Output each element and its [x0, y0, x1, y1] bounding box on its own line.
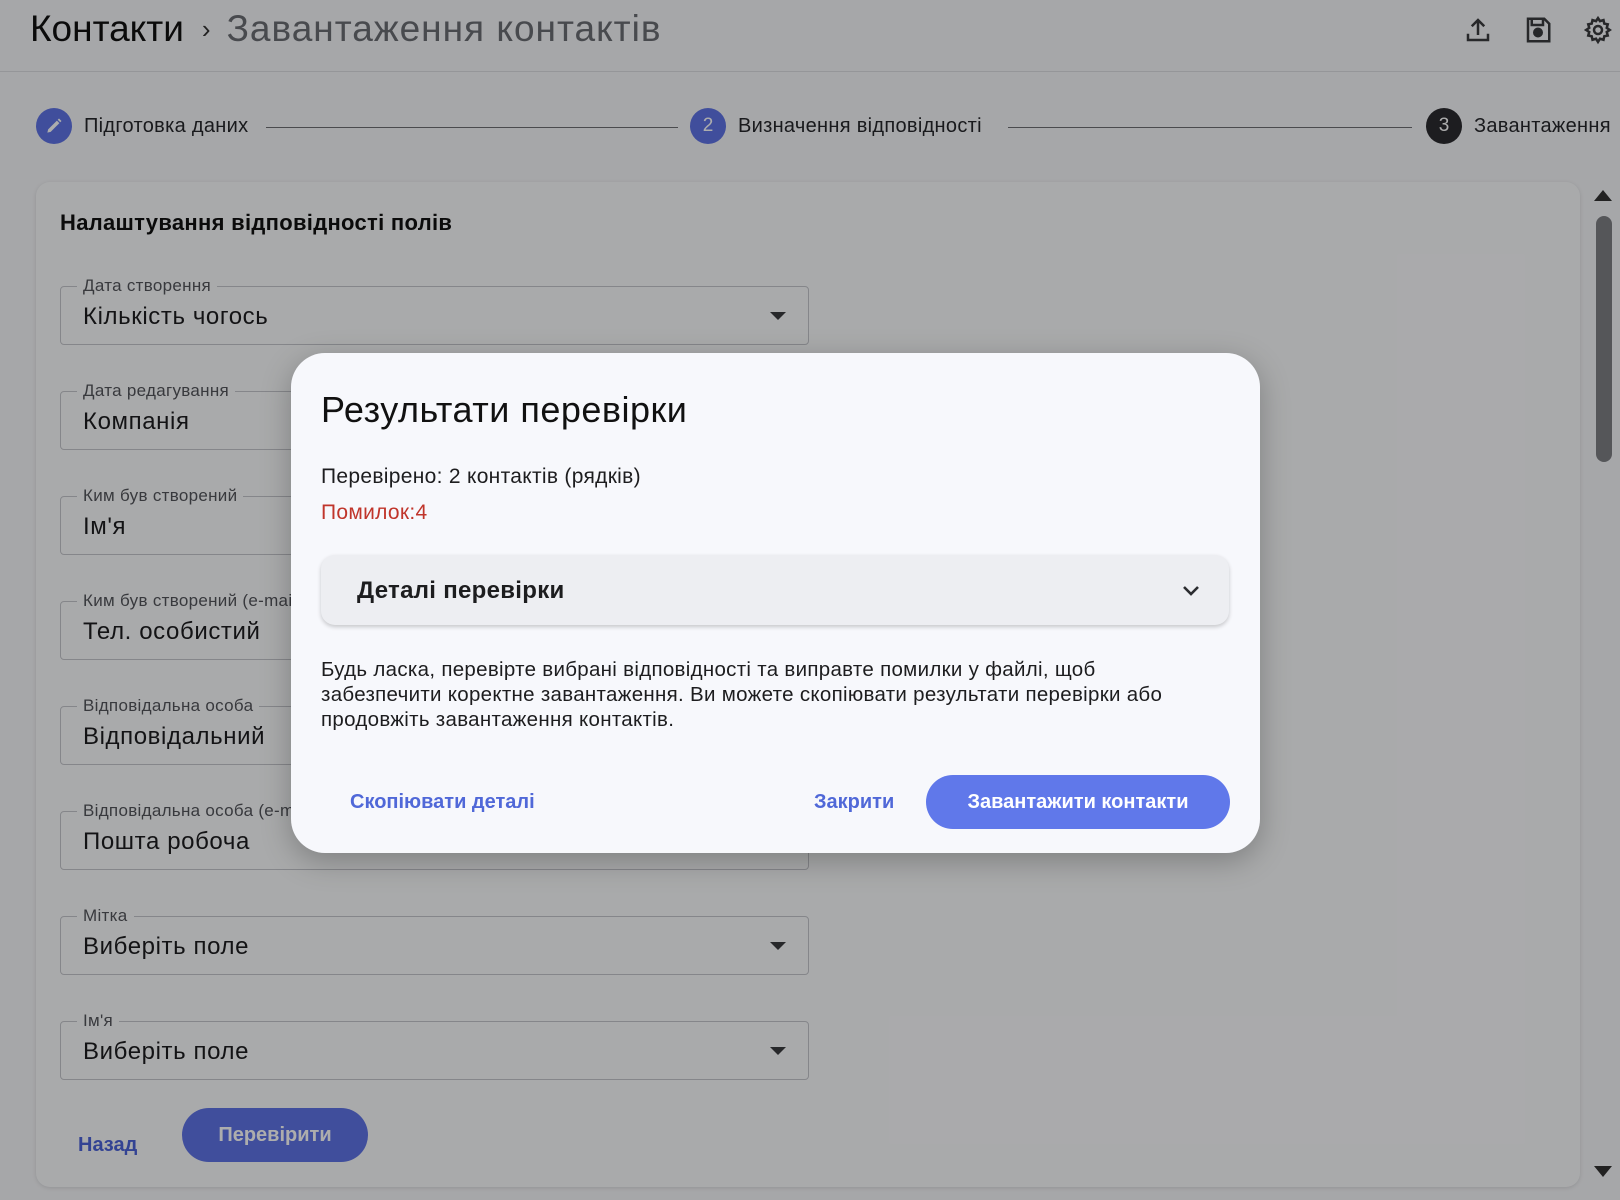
dialog-message: Будь ласка, перевірте вибрані відповідно… — [321, 658, 1163, 731]
dialog-title: Результати перевірки — [321, 389, 688, 430]
error-count-text: Помилок:4 — [321, 501, 428, 524]
chevron-down-icon — [1183, 586, 1199, 596]
details-accordion[interactable]: Деталі перевірки — [321, 555, 1229, 625]
copy-details-button[interactable]: Скопіювати деталі — [350, 791, 535, 814]
details-accordion-label: Деталі перевірки — [357, 577, 565, 604]
validation-results-dialog: Результати перевірки Перевірено: 2 конта… — [291, 353, 1260, 853]
close-button[interactable]: Закрити — [814, 791, 894, 814]
upload-contacts-button[interactable]: Завантажити контакти — [926, 775, 1230, 829]
checked-count-text: Перевірено: 2 контактів (рядків) — [321, 465, 641, 488]
